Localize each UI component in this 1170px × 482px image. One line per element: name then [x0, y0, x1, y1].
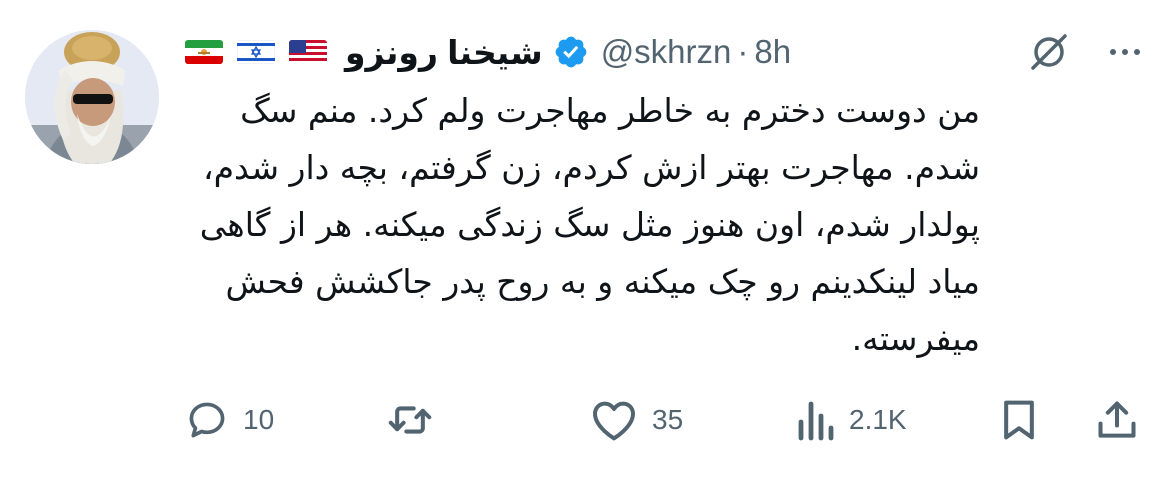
reply-icon	[189, 402, 225, 438]
display-name[interactable]: شیخنا رونزو	[345, 33, 543, 72]
avatar-image	[25, 30, 159, 164]
like-heart-icon	[593, 401, 635, 441]
separator-dot: ·	[737, 33, 749, 70]
like-button[interactable]: 35	[590, 392, 683, 448]
bookmark-button[interactable]	[997, 392, 1041, 448]
like-count: 35	[652, 404, 684, 435]
tweet-header: شیخنا رونزو @skhrzn · 8h	[185, 24, 1145, 80]
share-icon	[1098, 401, 1136, 438]
avatar[interactable]	[25, 30, 159, 164]
tweet-actions: 10 35 2.1K	[185, 392, 1140, 448]
user-handle[interactable]: @skhrzn	[601, 33, 732, 71]
bookmark-icon	[1004, 400, 1034, 440]
verified-badge-icon[interactable]	[553, 34, 589, 70]
views-chart-icon	[798, 401, 834, 441]
views-button[interactable]: 2.1K	[795, 392, 907, 448]
grok-icon[interactable]	[1027, 30, 1071, 74]
timestamp[interactable]: 8h	[754, 33, 791, 71]
reply-button[interactable]: 10	[185, 392, 274, 448]
repost-icon	[388, 406, 432, 434]
israel-flag-icon	[237, 40, 275, 64]
reply-count: 10	[243, 404, 275, 435]
repost-button[interactable]	[385, 392, 449, 448]
tweet-text: من دوست دخترم به خاطر مهاجرت ولم کرد. من…	[189, 91, 980, 358]
usa-flag-icon	[289, 40, 327, 64]
views-count: 2.1K	[849, 404, 907, 435]
more-options-icon[interactable]	[1105, 32, 1145, 72]
iran-lion-sun-flag-icon	[185, 40, 223, 64]
share-button[interactable]	[1095, 392, 1139, 448]
flag-emojis	[185, 40, 327, 64]
